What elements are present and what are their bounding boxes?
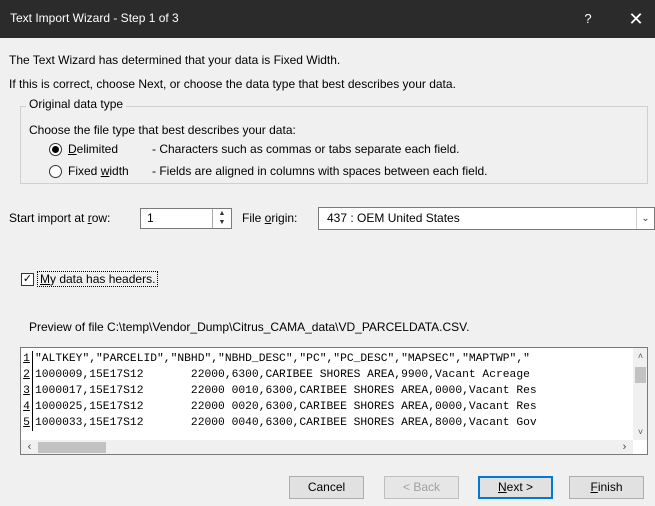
- chevron-down-icon[interactable]: ⌄: [636, 208, 654, 229]
- spin-down-icon[interactable]: ▼: [213, 218, 231, 227]
- finish-button[interactable]: Finish: [569, 476, 644, 499]
- spin-up-icon[interactable]: ▲: [213, 209, 231, 218]
- scroll-right-icon[interactable]: ›: [616, 440, 633, 454]
- row-number: 5: [21, 415, 33, 431]
- file-origin-select[interactable]: 437 : OEM United States ⌄: [318, 207, 655, 230]
- file-type-prompt: Choose the file type that best describes…: [29, 123, 296, 137]
- scroll-left-icon[interactable]: ‹: [21, 440, 38, 454]
- vertical-scrollbar[interactable]: ˄ ˅: [633, 348, 647, 440]
- fixed-width-radio[interactable]: [49, 165, 62, 178]
- preview-row: 5 1000033,15E17S12 22000 0040,6300,CARIBE…: [21, 415, 633, 431]
- row-text: 1000033,15E17S12 22000 0040,6300,CARIBEE…: [35, 417, 537, 429]
- preview-rows: 1 "ALTKEY","PARCELID","NBHD","NBHD_DESC",…: [21, 351, 633, 431]
- cancel-button[interactable]: Cancel: [289, 476, 364, 499]
- delimited-radio[interactable]: [49, 143, 62, 156]
- preview-row: 4 1000025,15E17S12 22000 0020,6300,CARIBE…: [21, 399, 633, 415]
- text-import-wizard-dialog: Text Import Wizard - Step 1 of 3 ? ✕ The…: [0, 0, 655, 506]
- row-text: 1000017,15E17S12 22000 0010,6300,CARIBEE…: [35, 385, 537, 397]
- vertical-scroll-thumb[interactable]: [635, 367, 646, 383]
- intro-line-1: The Text Wizard has determined that your…: [9, 53, 341, 67]
- delimited-description: - Characters such as commas or tabs sepa…: [152, 142, 460, 156]
- row-number: 2: [21, 367, 33, 383]
- window-title: Text Import Wizard - Step 1 of 3: [10, 11, 179, 25]
- file-origin-label: File origin:: [242, 211, 298, 225]
- preview-label: Preview of file C:\temp\Vendor_Dump\Citr…: [29, 320, 470, 334]
- horizontal-scroll-thumb[interactable]: [38, 442, 106, 453]
- scroll-down-icon[interactable]: ˅: [633, 424, 647, 440]
- preview-row: 1 "ALTKEY","PARCELID","NBHD","NBHD_DESC",…: [21, 351, 633, 367]
- title-bar: Text Import Wizard - Step 1 of 3 ? ✕: [0, 0, 655, 38]
- horizontal-scrollbar[interactable]: ‹ ›: [21, 440, 633, 454]
- fixed-width-description: - Fields are aligned in columns with spa…: [152, 164, 488, 178]
- row-number: 3: [21, 383, 33, 399]
- preview-row: 3 1000017,15E17S12 22000 0010,6300,CARIBE…: [21, 383, 633, 399]
- delimited-label[interactable]: Delimited: [68, 142, 118, 156]
- help-icon[interactable]: ?: [576, 8, 600, 30]
- row-number: 1: [21, 351, 33, 367]
- row-number: 4: [21, 399, 33, 415]
- scroll-up-icon[interactable]: ˄: [633, 348, 647, 364]
- intro-line-2: If this is correct, choose Next, or choo…: [9, 77, 456, 91]
- row-text: 1000009,15E17S12 22000,6300,CARIBEE SHOR…: [35, 369, 530, 381]
- row-text: "ALTKEY","PARCELID","NBHD","NBHD_DESC","…: [35, 353, 530, 365]
- back-button[interactable]: < Back: [384, 476, 459, 499]
- row-text: 1000025,15E17S12 22000 0020,6300,CARIBEE…: [35, 401, 537, 413]
- start-row-spinner[interactable]: ▲ ▼: [212, 209, 231, 228]
- next-button[interactable]: Next >: [478, 476, 553, 499]
- close-icon[interactable]: ✕: [618, 5, 654, 33]
- headers-label[interactable]: My data has headers.: [37, 271, 159, 287]
- start-row-label: Start import at row:: [9, 211, 111, 225]
- group-legend: Original data type: [26, 97, 127, 111]
- preview-row: 2 1000009,15E17S12 22000,6300,CARIBEE SHO…: [21, 367, 633, 383]
- fixed-width-label[interactable]: Fixed width: [68, 164, 129, 178]
- headers-checkbox[interactable]: ✓: [21, 273, 34, 286]
- preview-pane[interactable]: 1 "ALTKEY","PARCELID","NBHD","NBHD_DESC",…: [20, 347, 648, 455]
- file-origin-value: 437 : OEM United States: [327, 211, 460, 225]
